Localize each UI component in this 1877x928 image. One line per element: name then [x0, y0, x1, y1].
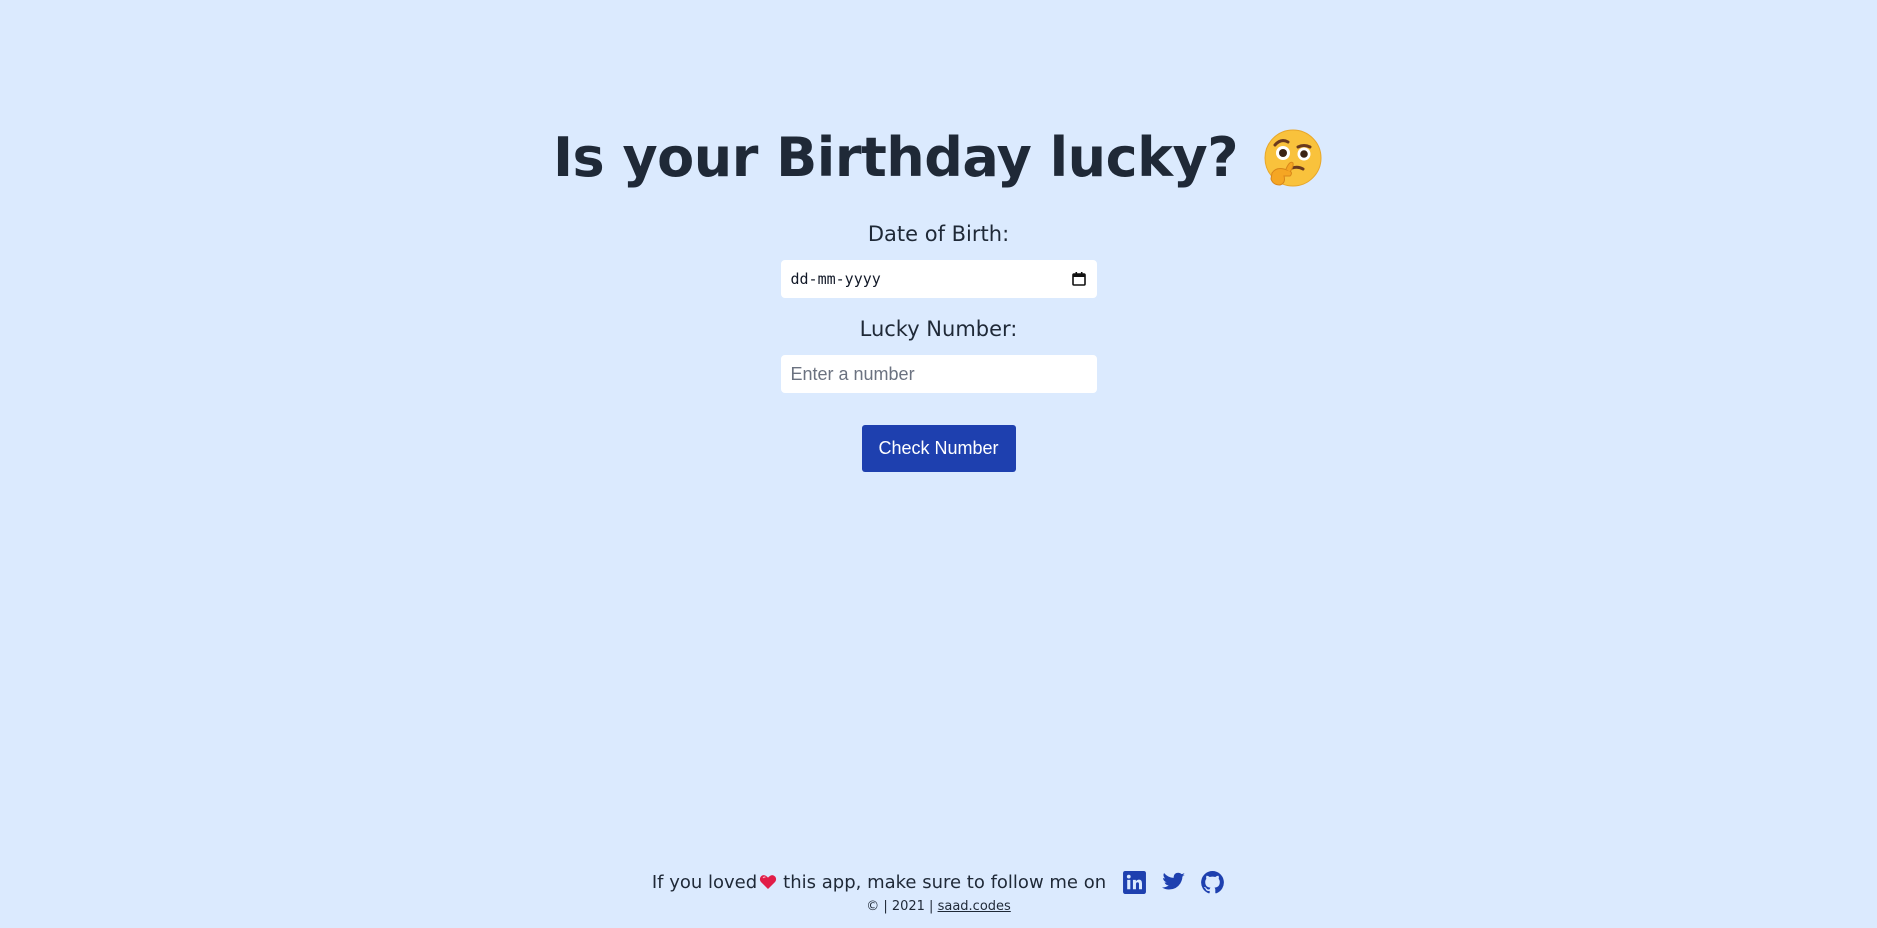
linkedin-icon[interactable] [1122, 870, 1147, 895]
dob-label: Date of Birth: [867, 222, 1010, 246]
footer: If you loved this app, make sure to foll… [0, 866, 1877, 915]
dob-date-value: dd-mm-yyyy [790, 270, 881, 288]
main-content: Is your Birthday lucky? Date of Birth: d… [0, 0, 1877, 472]
page-title: Is your Birthday lucky? [552, 126, 1239, 189]
dob-date-input[interactable]: dd-mm-yyyy [780, 260, 1097, 298]
social-links [1122, 870, 1225, 895]
title-row: Is your Birthday lucky? [553, 126, 1324, 190]
twitter-icon[interactable] [1161, 870, 1186, 895]
copyright: © | 2021 | saad.codes [866, 899, 1011, 915]
calendar-icon[interactable] [1071, 271, 1087, 287]
footer-text-before: If you loved [651, 871, 758, 893]
copyright-text: © | 2021 | [866, 899, 934, 914]
lucky-number-placeholder: Enter a number [790, 363, 915, 384]
lucky-number-input[interactable]: Enter a number [780, 355, 1097, 393]
lucky-number-label: Lucky Number: [859, 317, 1018, 341]
github-icon[interactable] [1200, 870, 1225, 895]
footer-text-after: this app, make sure to follow me on [783, 871, 1107, 893]
thinking-face-icon [1262, 127, 1324, 189]
heart-icon [759, 873, 777, 891]
footer-follow-row: If you loved this app, make sure to foll… [652, 866, 1225, 898]
check-number-button[interactable]: Check Number [861, 425, 1016, 472]
site-link[interactable]: saad.codes [938, 899, 1011, 914]
